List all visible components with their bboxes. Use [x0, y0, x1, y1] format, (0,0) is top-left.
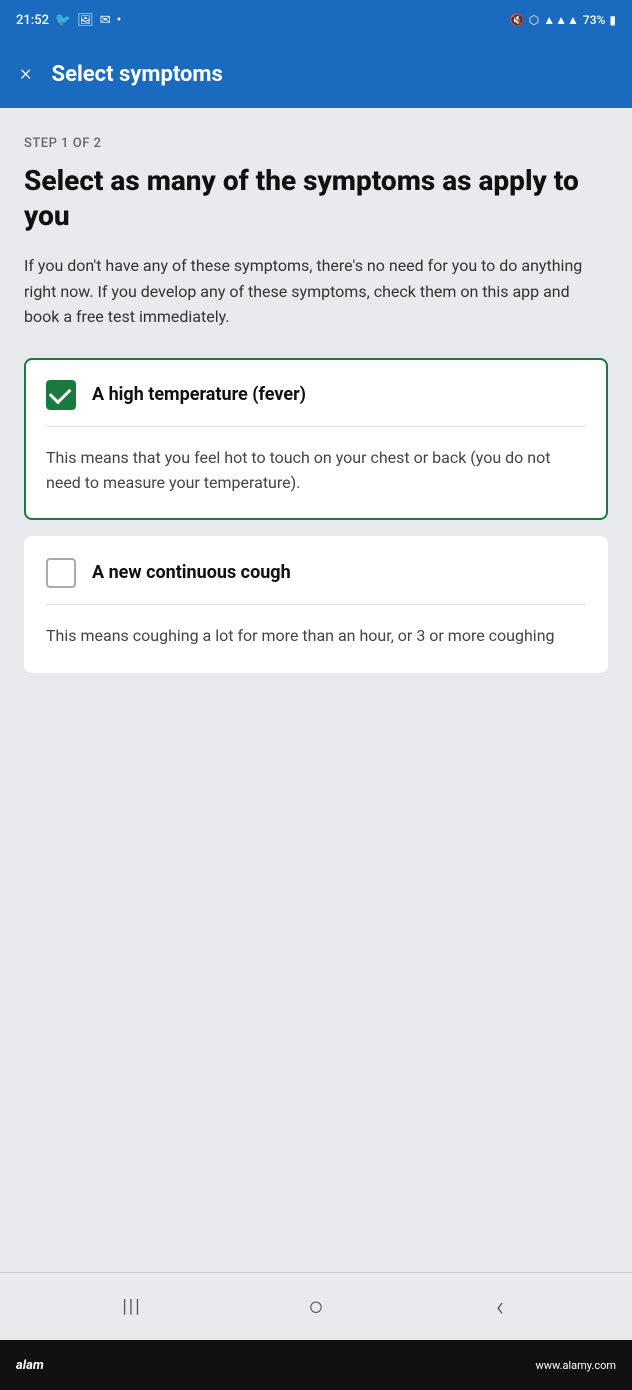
- checkbox-fever[interactable]: [46, 380, 76, 410]
- app-header: × Select symptoms: [0, 40, 632, 108]
- watermark-bar: alam www.alamy.com: [0, 1340, 632, 1390]
- mute-icon: 🔇: [510, 13, 525, 27]
- battery-display: 73%: [583, 13, 605, 27]
- status-bar: 21:52 🐦 🖼 ✉ • 🔇 ⬡ ▲▲▲ 73% ▮: [0, 0, 632, 40]
- back-nav-button[interactable]: ‹: [476, 1283, 524, 1331]
- nav-bar: ||| ○ ‹: [0, 1272, 632, 1340]
- symptom-card-cough[interactable]: A new continuous cough This means coughi…: [24, 536, 608, 673]
- checkbox-cough[interactable]: [46, 558, 76, 588]
- symptom-title-fever: A high temperature (fever): [92, 384, 306, 405]
- wifi-icon: ⬡: [529, 13, 539, 27]
- symptom-description-cough: This means coughing a lot for more than …: [26, 605, 606, 671]
- menu-nav-button[interactable]: |||: [108, 1283, 156, 1331]
- time-display: 21:52: [16, 13, 49, 28]
- signal-icon: ▲▲▲: [543, 13, 579, 27]
- close-button[interactable]: ×: [20, 63, 32, 85]
- gallery-icon: 🖼: [77, 13, 94, 28]
- main-content: STEP 1 OF 2 Select as many of the sympto…: [0, 108, 632, 1272]
- main-heading: Select as many of the symptoms as apply …: [24, 163, 608, 233]
- dot-indicator: •: [117, 13, 122, 28]
- home-nav-button[interactable]: ○: [292, 1283, 340, 1331]
- symptom-card-header-fever: A high temperature (fever): [26, 360, 606, 426]
- status-right: 🔇 ⬡ ▲▲▲ 73% ▮: [510, 13, 616, 27]
- intro-text: If you don't have any of these symptoms,…: [24, 253, 608, 330]
- symptom-title-cough: A new continuous cough: [92, 562, 291, 583]
- symptom-description-fever: This means that you feel hot to touch on…: [26, 427, 606, 518]
- twitter-icon: 🐦: [55, 13, 71, 28]
- symptom-card-fever[interactable]: A high temperature (fever) This means th…: [24, 358, 608, 520]
- watermark-left: alam: [16, 1358, 44, 1373]
- mail-icon: ✉: [100, 13, 111, 28]
- page-title: Select symptoms: [52, 62, 223, 87]
- step-indicator: STEP 1 OF 2: [24, 136, 608, 151]
- status-left: 21:52 🐦 🖼 ✉ •: [16, 13, 121, 28]
- watermark-right: www.alamy.com: [535, 1359, 616, 1372]
- battery-icon: ▮: [609, 13, 616, 27]
- symptom-card-header-cough: A new continuous cough: [26, 538, 606, 604]
